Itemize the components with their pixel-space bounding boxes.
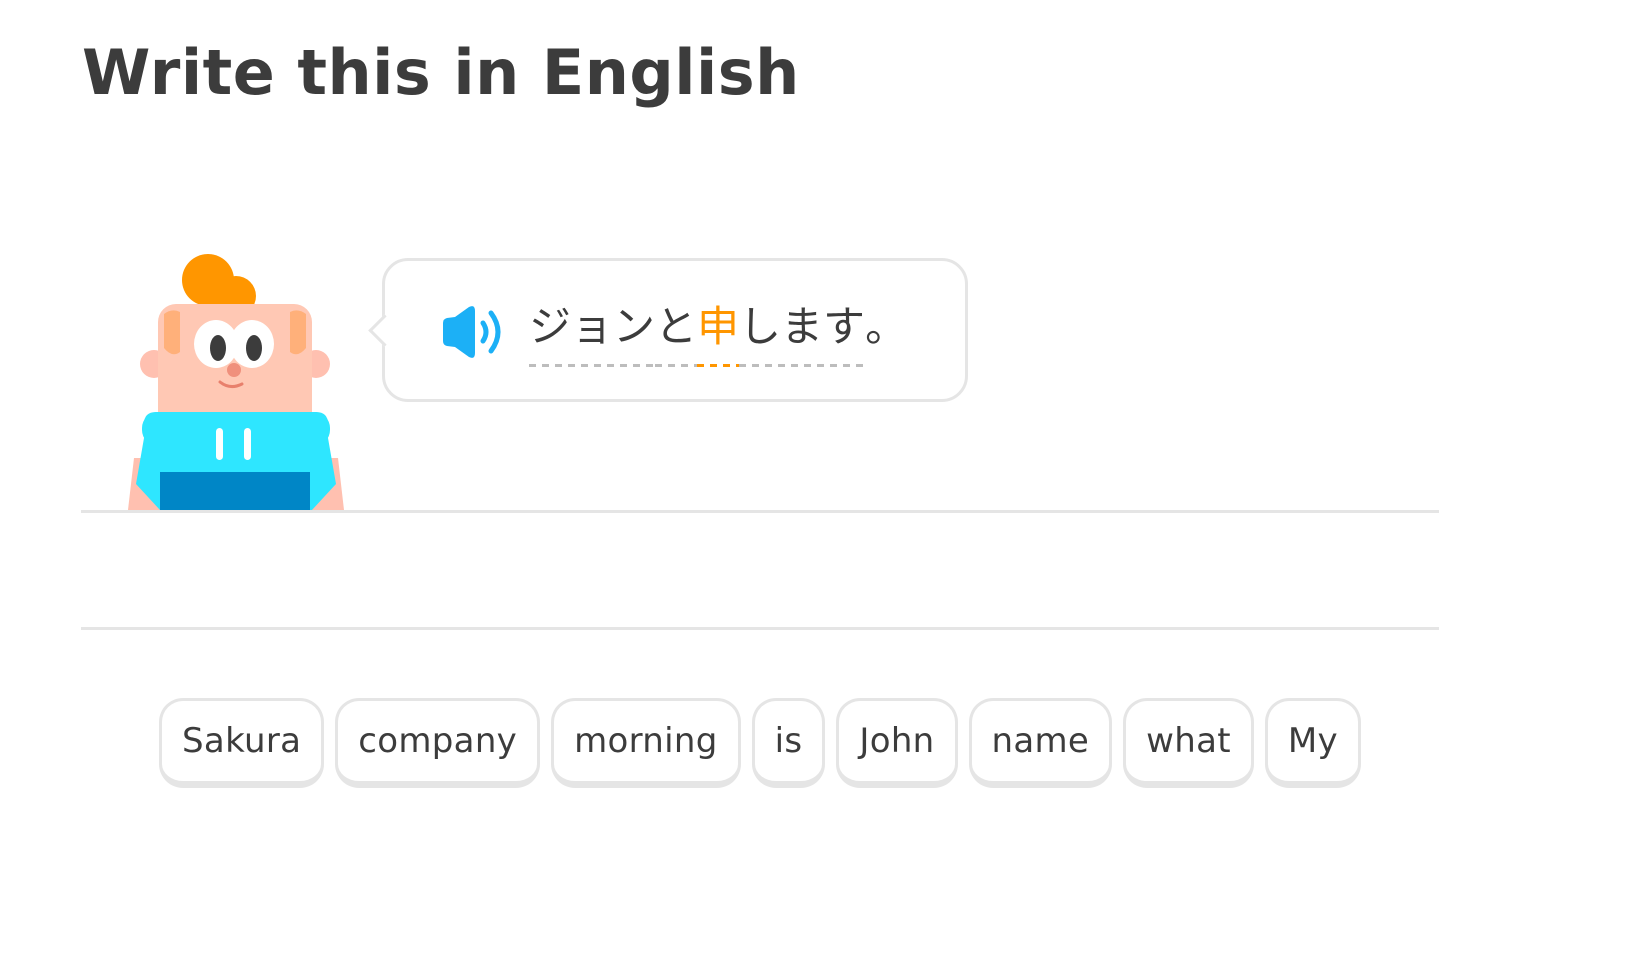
prompt-token-highlighted[interactable]: 申 [697,297,740,367]
answer-line-bottom [81,627,1439,630]
character-svg [128,254,344,510]
word-chip-company[interactable]: company [335,698,541,788]
word-chip-john[interactable]: John [836,698,958,788]
shirt-collar [142,412,330,446]
word-chip-is[interactable]: is [751,698,826,788]
word-chip-sakura[interactable]: Sakura [159,698,325,788]
right-pupil [246,335,262,361]
play-audio-button[interactable] [439,305,507,359]
bubble-tail [368,314,401,347]
hoodie-string-left [216,428,223,460]
word-bank: Sakura company morning is John name what… [0,698,1520,788]
left-pupil [210,335,226,361]
word-chip-name[interactable]: name [968,698,1113,788]
nose [227,363,241,377]
speech-bubble: ジョンと申します。 [368,258,968,402]
hoodie-string-right [244,428,251,460]
page-title: Write this in English [82,36,800,109]
word-chip-my[interactable]: My [1264,698,1361,788]
word-chip-what[interactable]: what [1123,698,1254,788]
right-sideburn [290,310,306,355]
speaker-icon [443,306,501,358]
prompt-token[interactable]: ジョン [529,297,656,367]
answer-drop-area[interactable] [81,513,1439,627]
prompt-token[interactable]: します [739,297,866,367]
prompt-sentence: ジョンと申します。 [529,297,908,367]
character-illustration [128,252,344,510]
left-sideburn [164,310,180,355]
word-chip-morning[interactable]: morning [551,698,741,788]
shirt-pocket [160,472,310,510]
prompt-token[interactable]: と [655,297,698,367]
prompt-punctuation: 。 [865,302,908,351]
